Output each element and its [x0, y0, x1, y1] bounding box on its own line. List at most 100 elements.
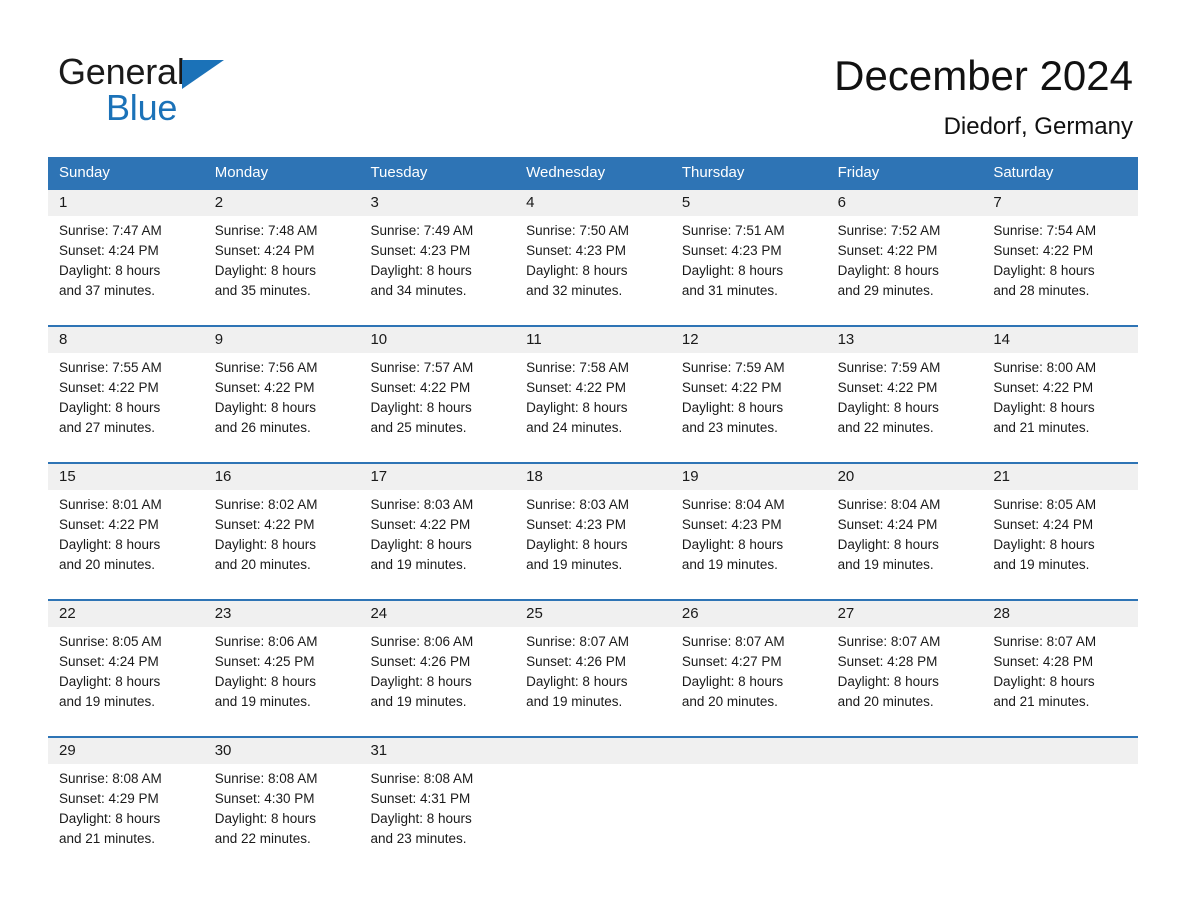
day-info: Sunrise: 8:06 AM Sunset: 4:26 PM Dayligh… [359, 627, 515, 712]
day-cell[interactable]: 19 Sunrise: 8:04 AM Sunset: 4:23 PM Dayl… [670, 464, 827, 583]
sunrise-text: Sunrise: 7:52 AM [837, 223, 941, 238]
sunset-text: Sunset: 4:22 PM [214, 517, 315, 532]
daylight-text-line2: and 19 minutes. [993, 557, 1090, 572]
day-info: Sunrise: 7:51 AM Sunset: 4:23 PM Dayligh… [671, 216, 827, 301]
sunrise-text: Sunrise: 7:51 AM [681, 223, 785, 238]
day-number-band: 12 [670, 327, 827, 353]
day-cell[interactable]: 23 Sunrise: 8:06 AM Sunset: 4:25 PM Dayl… [203, 601, 360, 720]
sunrise-text: Sunrise: 8:05 AM [993, 497, 1097, 512]
sunset-text: Sunset: 4:23 PM [526, 517, 626, 532]
sunrise-text: Sunrise: 8:07 AM [526, 634, 629, 649]
day-number: 7 [993, 194, 1002, 211]
day-cell-empty [982, 738, 1139, 857]
day-number: 24 [370, 605, 388, 622]
day-cell[interactable]: 29 Sunrise: 8:08 AM Sunset: 4:29 PM Dayl… [48, 738, 204, 857]
sunset-text: Sunset: 4:22 PM [370, 517, 471, 532]
daylight-text-line2: and 19 minutes. [526, 557, 623, 572]
day-info: Sunrise: 7:47 AM Sunset: 4:24 PM Dayligh… [48, 216, 204, 301]
day-cell[interactable]: 22 Sunrise: 8:05 AM Sunset: 4:24 PM Dayl… [48, 601, 204, 720]
day-cell[interactable]: 2 Sunrise: 7:48 AM Sunset: 4:24 PM Dayli… [203, 190, 360, 309]
day-info: Sunrise: 8:07 AM Sunset: 4:27 PM Dayligh… [671, 627, 827, 712]
day-cell[interactable]: 17 Sunrise: 8:03 AM Sunset: 4:22 PM Dayl… [359, 464, 516, 583]
day-cell[interactable]: 7 Sunrise: 7:54 AM Sunset: 4:22 PM Dayli… [982, 190, 1139, 309]
daylight-text-line1: Daylight: 8 hours [214, 263, 317, 278]
day-number-band: 1 [48, 190, 204, 216]
day-cell[interactable]: 18 Sunrise: 8:03 AM Sunset: 4:23 PM Dayl… [515, 464, 671, 583]
daylight-text-line1: Daylight: 8 hours [370, 811, 472, 826]
day-cell[interactable]: 14 Sunrise: 8:00 AM Sunset: 4:22 PM Dayl… [982, 327, 1139, 446]
day-cell[interactable]: 11 Sunrise: 7:58 AM Sunset: 4:22 PM Dayl… [515, 327, 671, 446]
daylight-text-line2: and 31 minutes. [681, 283, 778, 298]
day-cell[interactable]: 20 Sunrise: 8:04 AM Sunset: 4:24 PM Dayl… [826, 464, 983, 583]
day-number: 25 [526, 605, 543, 622]
day-number: 8 [59, 331, 68, 348]
day-cell[interactable]: 27 Sunrise: 8:07 AM Sunset: 4:28 PM Dayl… [826, 601, 983, 720]
day-cell[interactable]: 13 Sunrise: 7:59 AM Sunset: 4:22 PM Dayl… [826, 327, 983, 446]
day-number-band [515, 738, 671, 764]
day-cell[interactable]: 15 Sunrise: 8:01 AM Sunset: 4:22 PM Dayl… [48, 464, 204, 583]
day-info: Sunrise: 7:48 AM Sunset: 4:24 PM Dayligh… [204, 216, 360, 301]
day-cell[interactable]: 26 Sunrise: 8:07 AM Sunset: 4:27 PM Dayl… [670, 601, 827, 720]
day-cell[interactable]: 5 Sunrise: 7:51 AM Sunset: 4:23 PM Dayli… [670, 190, 827, 309]
weekday-header-sunday: Sunday [59, 164, 110, 181]
sunrise-text: Sunrise: 8:08 AM [214, 771, 318, 786]
day-number: 19 [681, 468, 699, 485]
day-number: 30 [214, 742, 232, 759]
daylight-text-line1: Daylight: 8 hours [681, 537, 784, 552]
sunset-text: Sunset: 4:22 PM [993, 243, 1094, 258]
day-cell[interactable]: 28 Sunrise: 8:07 AM Sunset: 4:28 PM Dayl… [982, 601, 1139, 720]
sunset-text: Sunset: 4:23 PM [681, 517, 782, 532]
daylight-text-line2: and 19 minutes. [370, 557, 467, 572]
day-cell[interactable]: 4 Sunrise: 7:50 AM Sunset: 4:23 PM Dayli… [515, 190, 671, 309]
sunset-text: Sunset: 4:24 PM [214, 243, 315, 258]
day-info: Sunrise: 8:04 AM Sunset: 4:23 PM Dayligh… [671, 490, 827, 575]
day-number-band: 17 [359, 464, 516, 490]
sunrise-text: Sunrise: 8:07 AM [681, 634, 785, 649]
day-cell[interactable]: 30 Sunrise: 8:08 AM Sunset: 4:30 PM Dayl… [203, 738, 360, 857]
day-cell[interactable]: 6 Sunrise: 7:52 AM Sunset: 4:22 PM Dayli… [826, 190, 983, 309]
day-cell[interactable]: 12 Sunrise: 7:59 AM Sunset: 4:22 PM Dayl… [670, 327, 827, 446]
day-cell[interactable]: 8 Sunrise: 7:55 AM Sunset: 4:22 PM Dayli… [48, 327, 204, 446]
daylight-text-line1: Daylight: 8 hours [370, 400, 472, 415]
sunset-text: Sunset: 4:22 PM [837, 380, 938, 395]
day-info: Sunrise: 7:59 AM Sunset: 4:22 PM Dayligh… [671, 353, 827, 438]
daylight-text-line1: Daylight: 8 hours [681, 263, 784, 278]
day-cell[interactable]: 9 Sunrise: 7:56 AM Sunset: 4:22 PM Dayli… [203, 327, 360, 446]
day-cell[interactable]: 1 Sunrise: 7:47 AM Sunset: 4:24 PM Dayli… [48, 190, 204, 309]
day-number: 31 [370, 742, 388, 759]
daylight-text-line1: Daylight: 8 hours [526, 400, 628, 415]
day-info: Sunrise: 7:54 AM Sunset: 4:22 PM Dayligh… [982, 216, 1138, 301]
sunset-text: Sunset: 4:22 PM [993, 380, 1094, 395]
day-cell[interactable]: 24 Sunrise: 8:06 AM Sunset: 4:26 PM Dayl… [359, 601, 516, 720]
day-info: Sunrise: 8:07 AM Sunset: 4:28 PM Dayligh… [827, 627, 983, 712]
daylight-text-line1: Daylight: 8 hours [993, 674, 1095, 689]
day-info: Sunrise: 7:59 AM Sunset: 4:22 PM Dayligh… [827, 353, 983, 438]
daylight-text-line1: Daylight: 8 hours [214, 400, 317, 415]
day-number-band: 15 [48, 464, 204, 490]
logo-top-row: General [58, 52, 318, 92]
sunrise-text: Sunrise: 8:07 AM [993, 634, 1097, 649]
day-cell[interactable]: 21 Sunrise: 8:05 AM Sunset: 4:24 PM Dayl… [982, 464, 1139, 583]
day-info: Sunrise: 7:56 AM Sunset: 4:22 PM Dayligh… [204, 353, 360, 438]
day-number: 20 [837, 468, 855, 485]
day-cell[interactable]: 31 Sunrise: 8:08 AM Sunset: 4:31 PM Dayl… [359, 738, 516, 857]
day-info: Sunrise: 8:04 AM Sunset: 4:24 PM Dayligh… [827, 490, 983, 575]
day-info: Sunrise: 8:08 AM Sunset: 4:31 PM Dayligh… [359, 764, 515, 849]
sunrise-text: Sunrise: 7:55 AM [59, 360, 162, 375]
day-number-band: 3 [359, 190, 516, 216]
day-number-band: 7 [982, 190, 1139, 216]
day-info: Sunrise: 8:01 AM Sunset: 4:22 PM Dayligh… [48, 490, 204, 575]
day-info: Sunrise: 7:50 AM Sunset: 4:23 PM Dayligh… [515, 216, 671, 301]
day-cell[interactable]: 25 Sunrise: 8:07 AM Sunset: 4:26 PM Dayl… [515, 601, 671, 720]
day-number-band [826, 738, 983, 764]
day-number: 6 [837, 194, 846, 211]
day-cell[interactable]: 10 Sunrise: 7:57 AM Sunset: 4:22 PM Dayl… [359, 327, 516, 446]
sunset-text: Sunset: 4:24 PM [59, 654, 159, 669]
weekday-header-thursday: Thursday [681, 164, 745, 181]
sunset-text: Sunset: 4:22 PM [214, 380, 315, 395]
daylight-text-line2: and 19 minutes. [59, 694, 156, 709]
day-cell[interactable]: 3 Sunrise: 7:49 AM Sunset: 4:23 PM Dayli… [359, 190, 516, 309]
day-info: Sunrise: 8:07 AM Sunset: 4:26 PM Dayligh… [515, 627, 671, 712]
day-number-band: 9 [203, 327, 360, 353]
day-cell[interactable]: 16 Sunrise: 8:02 AM Sunset: 4:22 PM Dayl… [203, 464, 360, 583]
